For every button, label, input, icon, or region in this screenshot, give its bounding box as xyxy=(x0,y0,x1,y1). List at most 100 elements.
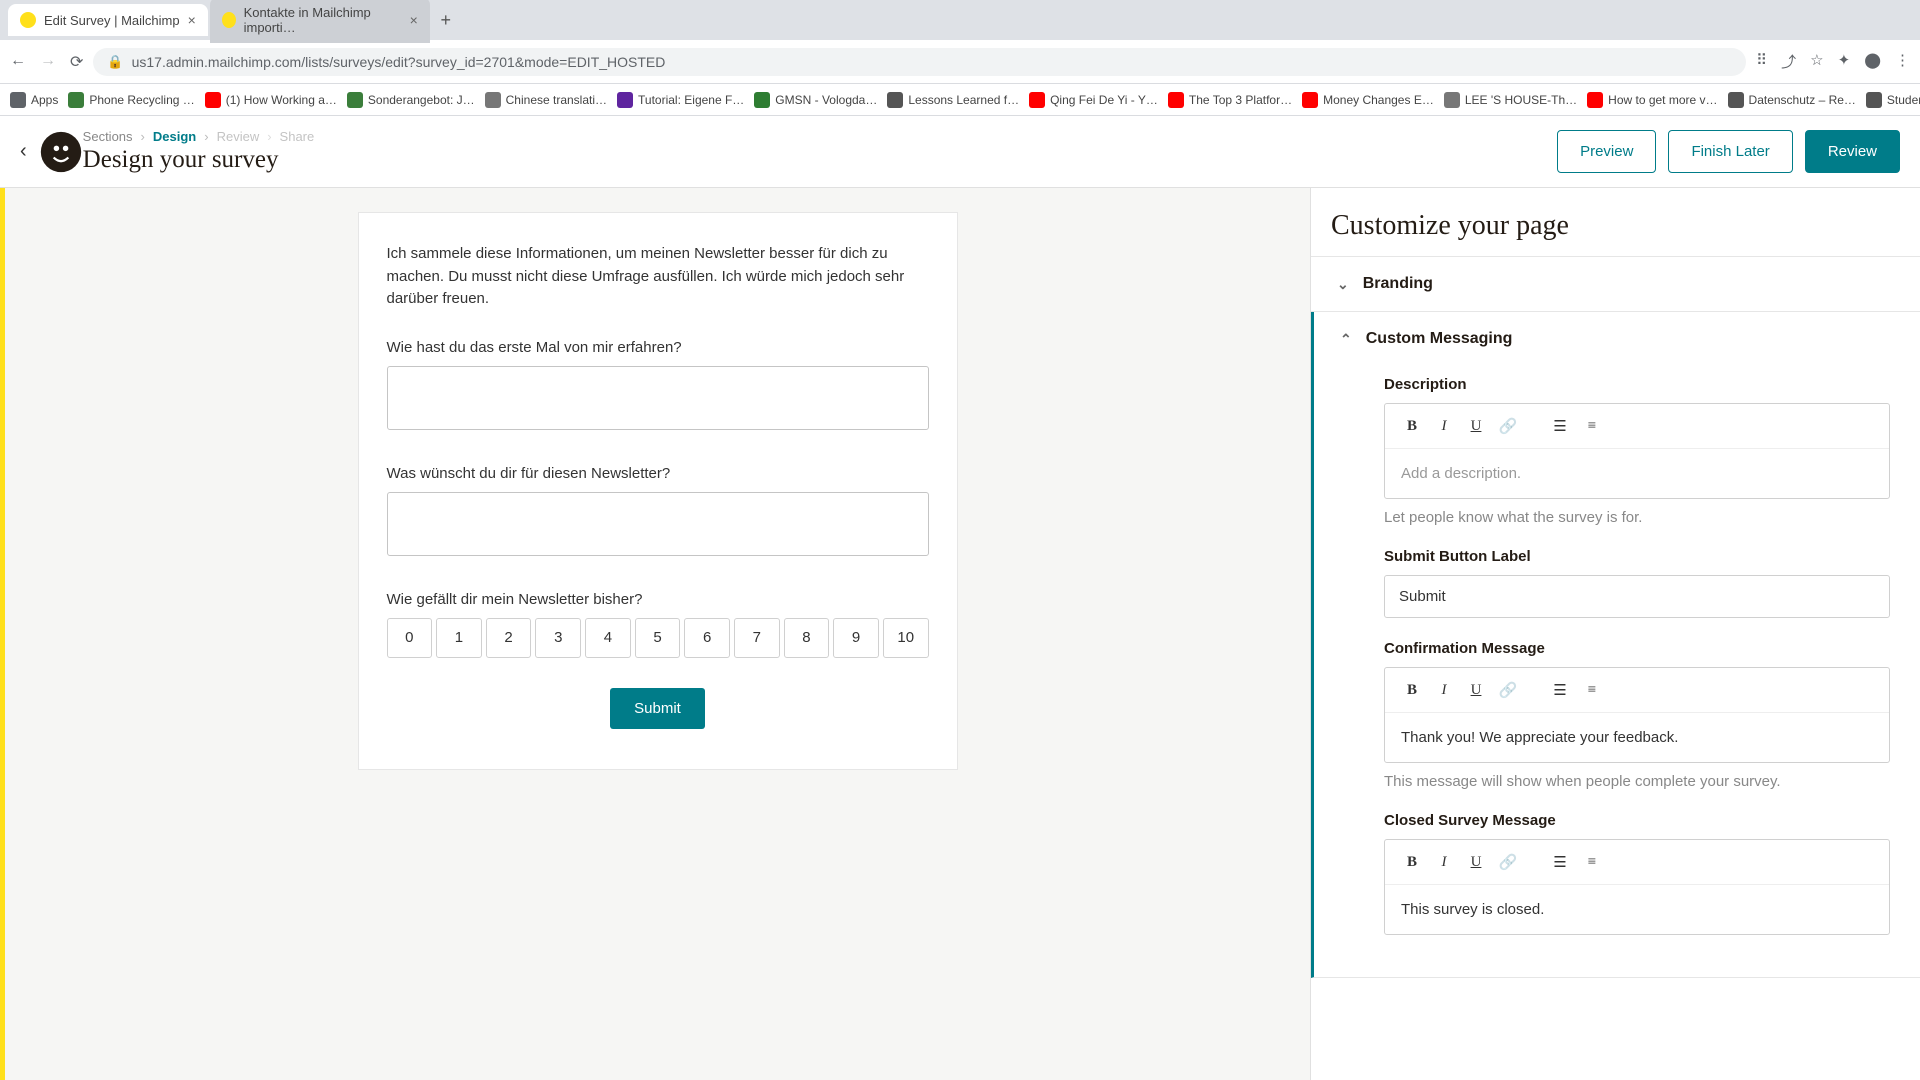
back-icon[interactable]: ← xyxy=(10,52,26,72)
scale-option[interactable]: 6 xyxy=(684,618,730,658)
bookmark-item[interactable]: Qing Fei De Yi - Y… xyxy=(1029,92,1158,108)
chevron-right-icon: › xyxy=(267,129,271,144)
bold-icon[interactable]: B xyxy=(1399,677,1425,703)
accordion-body: Description B I U 🔗 ☰ ≡ Add a xyxy=(1314,366,1920,977)
italic-icon[interactable]: I xyxy=(1431,413,1457,439)
profile-icon[interactable]: ⬤ xyxy=(1864,51,1881,72)
bookmark-icon xyxy=(1302,92,1318,108)
close-icon[interactable]: × xyxy=(410,12,418,28)
scale-option[interactable]: 5 xyxy=(635,618,681,658)
question-label: Was wünscht du dir für diesen Newsletter… xyxy=(387,465,929,482)
scale-option[interactable]: 8 xyxy=(784,618,830,658)
bookmark-item[interactable]: Money Changes E… xyxy=(1302,92,1434,108)
bookmark-item[interactable]: Apps xyxy=(10,92,58,108)
address-bar-row: ← → ⟳ 🔒 us17.admin.mailchimp.com/lists/s… xyxy=(0,40,1920,84)
rte-toolbar: B I U 🔗 ☰ ≡ xyxy=(1385,668,1889,713)
question-1-input[interactable] xyxy=(387,366,929,430)
share-icon[interactable]: ⤴ xyxy=(1781,51,1796,72)
scale-option[interactable]: 9 xyxy=(833,618,879,658)
bullet-list-icon[interactable]: ☰ xyxy=(1547,677,1573,703)
nav-buttons: ← → ⟳ xyxy=(10,52,83,72)
crumb-sections[interactable]: Sections xyxy=(83,129,133,144)
scale-option[interactable]: 4 xyxy=(585,618,631,658)
bullet-list-icon[interactable]: ☰ xyxy=(1547,849,1573,875)
italic-icon[interactable]: I xyxy=(1431,677,1457,703)
confirmation-content[interactable]: Thank you! We appreciate your feedback. xyxy=(1385,713,1889,762)
scale-option[interactable]: 1 xyxy=(436,618,482,658)
bookmark-item[interactable]: LEE 'S HOUSE-Th… xyxy=(1444,92,1577,108)
bookmark-item[interactable]: Sonderangebot: J… xyxy=(347,92,475,108)
url-bar[interactable]: 🔒 us17.admin.mailchimp.com/lists/surveys… xyxy=(93,48,1746,76)
new-tab-button[interactable]: + xyxy=(432,6,460,34)
bookmark-item[interactable]: Tutorial: Eigene F… xyxy=(617,92,744,108)
bookmark-item[interactable]: How to get more v… xyxy=(1587,92,1717,108)
survey-card: Ich sammele diese Informationen, um mein… xyxy=(358,212,958,770)
scale-option[interactable]: 3 xyxy=(535,618,581,658)
browser-tab-active[interactable]: Edit Survey | Mailchimp × xyxy=(8,4,208,36)
accordion-label: Branding xyxy=(1363,275,1433,293)
bookmark-item[interactable]: Phone Recycling … xyxy=(68,92,194,108)
chevron-right-icon: › xyxy=(204,129,208,144)
submit-label-input[interactable] xyxy=(1384,575,1890,618)
accordion-custom-messaging: ⌃ Custom Messaging Description B I U 🔗 xyxy=(1311,312,1920,978)
chevron-down-icon: ⌄ xyxy=(1337,276,1349,293)
question-2: Was wünscht du dir für diesen Newsletter… xyxy=(387,465,929,561)
question-label: Wie gefällt dir mein Newsletter bisher? xyxy=(387,591,929,608)
close-icon[interactable]: × xyxy=(188,12,196,28)
bullet-list-icon[interactable]: ☰ xyxy=(1547,413,1573,439)
underline-icon[interactable]: U xyxy=(1463,413,1489,439)
apps-icon xyxy=(10,92,26,108)
closed-content[interactable]: This survey is closed. xyxy=(1385,885,1889,934)
field-label: Confirmation Message xyxy=(1384,640,1890,657)
page-title: Design your survey xyxy=(83,146,1557,174)
sidebar-title: Customize your page xyxy=(1311,210,1920,256)
survey-submit-button[interactable]: Submit xyxy=(610,688,705,729)
link-icon[interactable]: 🔗 xyxy=(1495,413,1521,439)
underline-icon[interactable]: U xyxy=(1463,849,1489,875)
underline-icon[interactable]: U xyxy=(1463,677,1489,703)
description-field: Description B I U 🔗 ☰ ≡ Add a xyxy=(1384,376,1890,526)
scale-option[interactable]: 10 xyxy=(883,618,929,658)
bookmark-item[interactable]: Datenschutz – Re… xyxy=(1728,92,1856,108)
bold-icon[interactable]: B xyxy=(1399,849,1425,875)
star-icon[interactable]: ☆ xyxy=(1810,51,1823,72)
review-button[interactable]: Review xyxy=(1805,130,1900,173)
link-icon[interactable]: 🔗 xyxy=(1495,677,1521,703)
bookmark-item[interactable]: (1) How Working a… xyxy=(205,92,337,108)
bookmark-item[interactable]: Chinese translati… xyxy=(485,92,607,108)
scale-option[interactable]: 0 xyxy=(387,618,433,658)
browser-tabs: Edit Survey | Mailchimp × Kontakte in Ma… xyxy=(0,0,1920,40)
translate-icon[interactable]: ⠿ xyxy=(1756,51,1767,72)
bookmark-icon xyxy=(1168,92,1184,108)
numbered-list-icon[interactable]: ≡ xyxy=(1579,849,1605,875)
numbered-list-icon[interactable]: ≡ xyxy=(1579,677,1605,703)
question-2-input[interactable] xyxy=(387,492,929,556)
forward-icon[interactable]: → xyxy=(40,52,56,72)
mailchimp-favicon-icon xyxy=(20,12,36,28)
crumb-design[interactable]: Design xyxy=(153,129,196,144)
bookmark-item[interactable]: GMSN - Vologda… xyxy=(754,92,877,108)
numbered-list-icon[interactable]: ≡ xyxy=(1579,413,1605,439)
extension-icon[interactable]: ✦ xyxy=(1838,51,1851,72)
bookmark-item[interactable]: The Top 3 Platfor… xyxy=(1168,92,1292,108)
reload-icon[interactable]: ⟳ xyxy=(70,52,83,72)
finish-later-button[interactable]: Finish Later xyxy=(1668,130,1792,173)
italic-icon[interactable]: I xyxy=(1431,849,1457,875)
browser-tab[interactable]: Kontakte in Mailchimp importi… × xyxy=(210,0,430,43)
survey-intro: Ich sammele diese Informationen, um mein… xyxy=(387,243,929,311)
closed-message-field: Closed Survey Message B I U 🔗 ☰ ≡ xyxy=(1384,812,1890,935)
link-icon[interactable]: 🔗 xyxy=(1495,849,1521,875)
bookmark-item[interactable]: Student Wants an… xyxy=(1866,92,1920,108)
confirmation-editor: B I U 🔗 ☰ ≡ Thank you! We appreciate you… xyxy=(1384,667,1890,763)
bookmark-item[interactable]: Lessons Learned f… xyxy=(887,92,1019,108)
scale-option[interactable]: 7 xyxy=(734,618,780,658)
menu-icon[interactable]: ⋮ xyxy=(1895,51,1910,72)
bold-icon[interactable]: B xyxy=(1399,413,1425,439)
back-button[interactable]: ‹ xyxy=(20,140,39,163)
description-content[interactable]: Add a description. xyxy=(1385,449,1889,498)
scale-option[interactable]: 2 xyxy=(486,618,532,658)
preview-button[interactable]: Preview xyxy=(1557,130,1656,173)
accordion-branding[interactable]: ⌄ Branding xyxy=(1311,257,1920,312)
accordion-head[interactable]: ⌄ Branding xyxy=(1311,257,1920,311)
accordion-head[interactable]: ⌃ Custom Messaging xyxy=(1314,312,1920,366)
